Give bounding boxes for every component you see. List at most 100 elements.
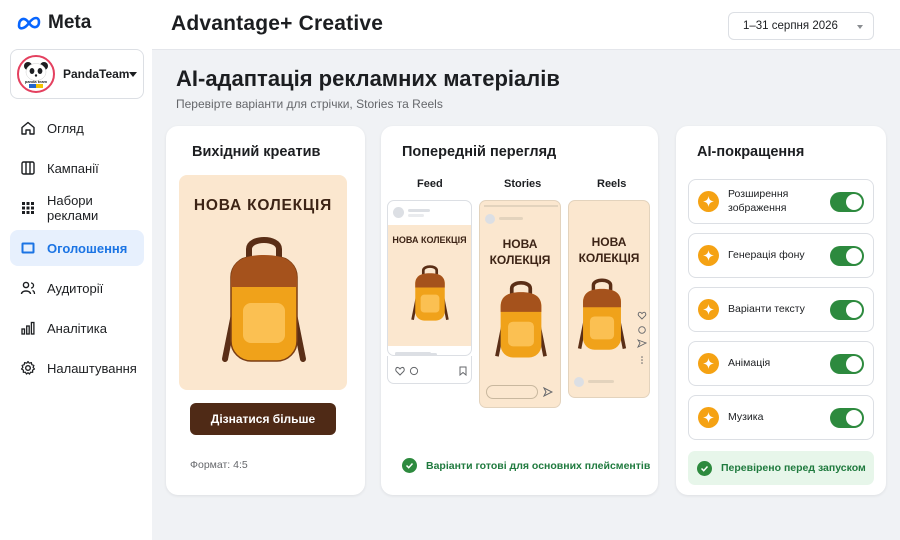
placeholder-line: [588, 380, 614, 383]
page-subtitle: Перевірте варіанти для стрічки, Stories …: [176, 97, 443, 111]
stories-preview[interactable]: НОВА КОЛЕКЦІЯ: [479, 200, 561, 408]
backpack-icon: [411, 265, 449, 321]
creative-headline: НОВА КОЛЕКЦІЯ: [193, 197, 333, 214]
sidebar-item-label: Набори реклами: [47, 193, 99, 223]
date-range-value: 1–31 серпня 2026: [743, 20, 838, 32]
placeholder-line: [499, 217, 523, 220]
sidebar: Meta panda team PandaTeam Огляд Кампанії…: [0, 0, 152, 540]
reels-actions-icon[interactable]: [637, 311, 647, 369]
account-switcher[interactable]: panda team PandaTeam: [10, 49, 144, 99]
placeholder-line: [408, 214, 424, 217]
ready-text: Варіанти готові для основних плейсментів: [426, 459, 651, 472]
meta-logo[interactable]: Meta: [16, 12, 91, 34]
feature-image-expansion: Розширення зображення: [688, 179, 874, 224]
sparkle-icon: [698, 245, 719, 266]
panda-icon: [24, 62, 48, 88]
feature-label: Розширення зображення: [728, 188, 830, 214]
ai-enhancements-card: AI-покращення Розширення зображення Гене…: [676, 126, 886, 495]
avatar-caption: panda team: [24, 79, 48, 84]
headline-line: КОЛЕКЦІЯ: [489, 252, 551, 267]
sidebar-item-settings[interactable]: Налаштування: [10, 350, 144, 386]
backpack-icon: [495, 280, 547, 358]
sidebar-item-ads[interactable]: Оголошення: [10, 230, 144, 266]
music-toggle[interactable]: [830, 407, 864, 428]
meta-infinity-icon: [17, 16, 41, 30]
verified-banner: Перевірено перед запуском: [688, 451, 874, 485]
like-comment-icon[interactable]: [395, 366, 425, 376]
chevron-down-icon: [129, 71, 138, 77]
reels-headline: НОВА КОЛЕКЦІЯ: [569, 235, 649, 266]
story-progress-bar: [484, 205, 558, 207]
account-name: PandaTeam: [63, 67, 130, 81]
feature-label: Анімація: [728, 356, 771, 369]
sidebar-item-label: Оголошення: [47, 240, 128, 256]
headline-line: НОВА: [502, 237, 538, 251]
sidebar-item-label: Аналітика: [47, 320, 107, 336]
feature-animation: Анімація: [688, 341, 874, 386]
feature-label: Генерація фону: [728, 248, 805, 261]
animation-toggle[interactable]: [830, 353, 864, 374]
feature-text-variants: Варіанти тексту: [688, 287, 874, 332]
preview-card: Попередній перегляд Feed Stories Reels Н…: [381, 126, 658, 495]
creative-image: НОВА КОЛЕКЦІЯ: [179, 175, 347, 390]
ready-status: Варіанти готові для основних плейсментів: [402, 458, 650, 473]
tab-stories[interactable]: Stories: [504, 178, 541, 190]
sparkle-icon: [698, 191, 719, 212]
sidebar-item-ad-sets[interactable]: Набори реклами: [10, 190, 144, 226]
sidebar-item-label: Кампанії: [47, 160, 99, 176]
sidebar-item-label: Огляд: [47, 120, 84, 136]
avatar: panda team: [17, 55, 55, 93]
feed-preview[interactable]: НОВА КОЛЕКЦІЯ: [387, 200, 472, 356]
date-range-picker[interactable]: 1–31 серпня 2026: [728, 12, 874, 40]
placeholder-line: [395, 353, 437, 356]
card-title: AI-покращення: [697, 144, 805, 160]
feed-headline: НОВА КОЛЕКЦІЯ: [392, 235, 467, 245]
meta-wordmark: Meta: [48, 12, 92, 33]
avatar: [485, 214, 495, 224]
avatar: [393, 207, 404, 218]
sidebar-item-campaigns[interactable]: Кампанії: [10, 150, 144, 186]
feed-actions: [387, 353, 472, 384]
feature-label: Варіанти тексту: [728, 302, 805, 315]
backpack-icon: [222, 237, 306, 362]
headline-line: КОЛЕКЦІЯ: [578, 250, 640, 265]
text-variants-toggle[interactable]: [830, 299, 864, 320]
card-title: Вихідний креатив: [192, 144, 321, 160]
image-expansion-toggle[interactable]: [830, 191, 864, 212]
background-generation-toggle[interactable]: [830, 245, 864, 266]
sparkle-icon: [698, 353, 719, 374]
sidebar-nav: Огляд Кампанії Набори реклами Оголошення…: [10, 110, 144, 390]
sidebar-item-audiences[interactable]: Аудиторії: [10, 270, 144, 306]
audience-icon: [20, 280, 36, 296]
check-circle-icon: [402, 458, 417, 473]
feature-background-generation: Генерація фону: [688, 233, 874, 278]
story-reply-input[interactable]: [486, 385, 538, 399]
bookmark-icon[interactable]: [459, 366, 467, 376]
feature-label-line: Розширення: [728, 188, 789, 201]
card-title: Попередній перегляд: [402, 144, 557, 160]
avatar: [574, 377, 584, 387]
analytics-icon: [20, 320, 36, 336]
send-icon[interactable]: [543, 387, 553, 397]
feature-label: Музика: [728, 410, 764, 423]
tab-feed[interactable]: Feed: [417, 178, 443, 190]
backpack-icon: [577, 278, 627, 350]
sparkle-icon: [698, 299, 719, 320]
sidebar-item-overview[interactable]: Огляд: [10, 110, 144, 146]
home-icon: [20, 120, 36, 136]
grid-icon: [20, 200, 36, 216]
chevron-down-icon: [857, 25, 863, 29]
format-label: Формат: 4:5: [190, 459, 248, 471]
stories-headline: НОВА КОЛЕКЦІЯ: [480, 237, 560, 268]
reels-preview[interactable]: НОВА КОЛЕКЦІЯ: [568, 200, 650, 398]
sparkle-icon: [698, 407, 719, 428]
sidebar-item-label: Налаштування: [47, 360, 137, 376]
page-title: AI-адаптація рекламних матеріалів: [176, 66, 560, 91]
tab-reels[interactable]: Reels: [597, 178, 626, 190]
sidebar-item-analytics[interactable]: Аналітика: [10, 310, 144, 346]
source-creative-card: Вихідний креатив НОВА КОЛЕКЦІЯ Дізнатися…: [166, 126, 365, 495]
placeholder-line: [408, 209, 430, 212]
gear-icon: [20, 360, 36, 376]
learn-more-button[interactable]: Дізнатися більше: [190, 403, 336, 435]
columns-icon: [20, 160, 36, 176]
